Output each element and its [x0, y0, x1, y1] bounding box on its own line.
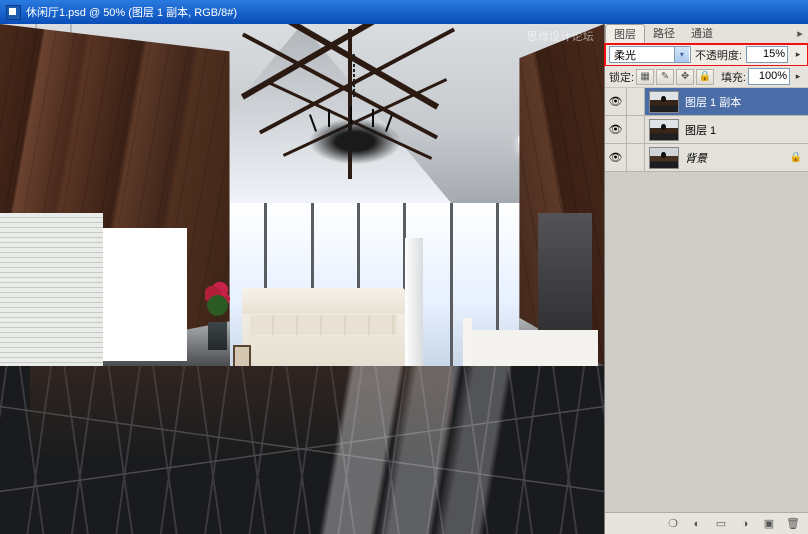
- opacity-input[interactable]: 15%: [746, 46, 788, 63]
- fill-flyout-icon[interactable]: ▸: [792, 68, 804, 85]
- fx-icon[interactable]: ❍: [664, 516, 682, 532]
- window-titlebar: 休闲厅1.psd @ 50% (图层 1 副本, RGB/8#): [0, 0, 808, 24]
- fill-input[interactable]: 100%: [748, 68, 790, 85]
- white-column: [405, 238, 423, 366]
- opacity-label: 不透明度:: [695, 47, 742, 63]
- lock-label: 锁定:: [609, 69, 634, 85]
- visibility-toggle[interactable]: 👁: [605, 88, 627, 115]
- tab-layers[interactable]: 图层: [605, 24, 645, 43]
- panel-menu-icon[interactable]: ▸: [792, 24, 808, 43]
- link-cell[interactable]: [627, 88, 645, 115]
- blend-opacity-row: 柔光 ▾ 不透明度: 15% ▸: [605, 44, 808, 66]
- eye-icon: 👁: [609, 95, 623, 108]
- layer-item[interactable]: 👁 背景 🔒: [605, 144, 808, 172]
- fill-label: 填充:: [721, 69, 746, 85]
- layer-item[interactable]: 👁 图层 1: [605, 116, 808, 144]
- chandelier: [300, 94, 410, 184]
- eye-icon: 👁: [609, 151, 623, 164]
- tab-channels[interactable]: 通道: [683, 24, 721, 43]
- lock-all-icon[interactable]: 🔒: [696, 69, 714, 85]
- plant: [205, 279, 229, 350]
- layer-thumbnail: [649, 119, 679, 141]
- app-icon: [6, 5, 21, 20]
- lock-pixels-icon[interactable]: ✎: [656, 69, 674, 85]
- layer-name: 图层 1 副本: [685, 94, 741, 110]
- trash-icon[interactable]: 🗑: [784, 516, 802, 532]
- lock-icon: 🔒: [790, 152, 802, 163]
- content-area: 思缘设计论坛 图层 路径 通道 ▸ 柔光 ▾ 不透明度: 15% ▸ 锁定: ▦…: [0, 24, 808, 534]
- opacity-flyout-icon[interactable]: ▸: [792, 46, 804, 63]
- lock-fill-row: 锁定: ▦ ✎ ✥ 🔒 填充: 100% ▸: [605, 66, 808, 88]
- visibility-toggle[interactable]: 👁: [605, 116, 627, 143]
- watermark: 思缘设计论坛: [527, 28, 594, 44]
- new-layer-icon[interactable]: ▣: [760, 516, 778, 532]
- lock-position-icon[interactable]: ✥: [676, 69, 694, 85]
- layer-thumbnail: [649, 91, 679, 113]
- layer-name: 图层 1: [685, 122, 716, 138]
- blend-mode-select[interactable]: 柔光 ▾: [609, 46, 691, 63]
- link-cell[interactable]: [627, 144, 645, 171]
- panel-tabs: 图层 路径 通道 ▸: [605, 24, 808, 44]
- eye-icon: 👁: [609, 123, 623, 136]
- visibility-toggle[interactable]: 👁: [605, 144, 627, 171]
- document-title: 休闲厅1.psd @ 50% (图层 1 副本, RGB/8#): [26, 4, 237, 20]
- adjust-icon[interactable]: ◑: [736, 516, 754, 532]
- folder-icon[interactable]: ▭: [712, 516, 730, 532]
- layers-list: 👁 图层 1 副本 👁 图层 1 👁 背景 🔒: [605, 88, 808, 512]
- rendered-image: [0, 24, 604, 534]
- blend-mode-value: 柔光: [614, 47, 636, 63]
- tab-paths[interactable]: 路径: [645, 24, 683, 43]
- layer-item[interactable]: 👁 图层 1 副本: [605, 88, 808, 116]
- canvas[interactable]: 思缘设计论坛: [0, 24, 604, 534]
- chevron-down-icon: ▾: [674, 47, 689, 62]
- layers-panel-footer: ❍ ◐ ▭ ◑ ▣ 🗑: [605, 512, 808, 534]
- layers-panel: 图层 路径 通道 ▸ 柔光 ▾ 不透明度: 15% ▸ 锁定: ▦ ✎ ✥ 🔒 …: [604, 24, 808, 534]
- floor: [0, 366, 604, 534]
- lock-transparency-icon[interactable]: ▦: [636, 69, 654, 85]
- mask-icon[interactable]: ◐: [688, 516, 706, 532]
- layer-name: 背景: [685, 150, 707, 166]
- link-cell[interactable]: [627, 116, 645, 143]
- doorway: [103, 228, 188, 361]
- layer-thumbnail: [649, 147, 679, 169]
